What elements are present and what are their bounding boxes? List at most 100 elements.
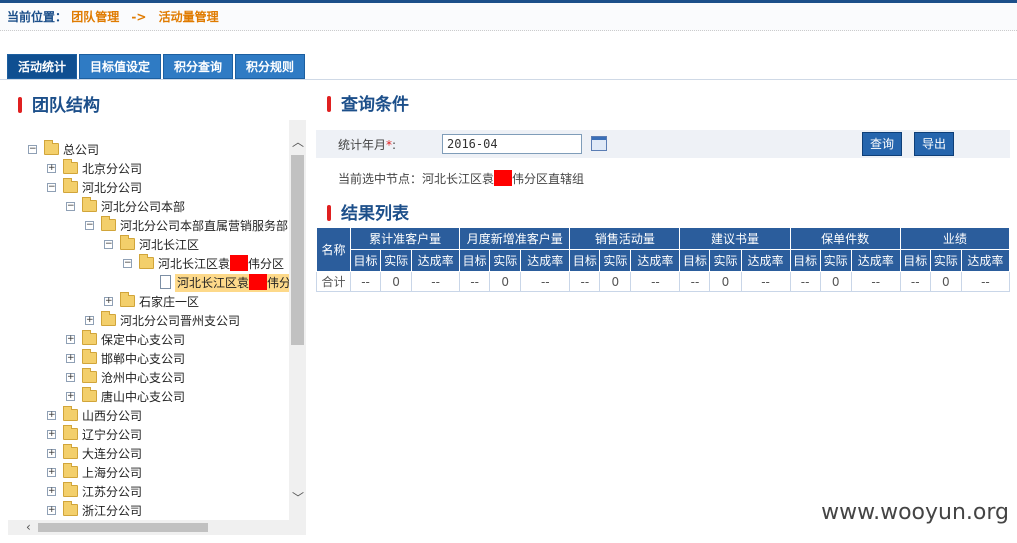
table-cell-name: 合计 (315, 271, 352, 292)
result-list-title: 结果列表 (341, 204, 409, 224)
breadcrumb-team-management[interactable]: 团队管理 (71, 10, 119, 24)
tree-node-label[interactable]: 河北长江区袁 伟分区 (158, 255, 284, 273)
tab-activity-stats[interactable]: 活动统计 (7, 54, 78, 79)
tree-node-label[interactable]: 北京分公司 (82, 160, 142, 178)
tree-node-label[interactable]: 辽宁分公司 (82, 426, 142, 444)
expand-icon[interactable]: + (47, 468, 56, 477)
expand-icon[interactable]: + (66, 392, 75, 401)
table-cell: -- (899, 271, 931, 292)
table-cell: -- (350, 271, 382, 292)
table-cell: 0 (489, 271, 522, 292)
table-subheader-row: 目标 实际 达成率 目标 实际 达成率 目标 实际 达成率 目标 实际 达成率 目标 实际 达成率 目标 实际达… (317, 249, 1011, 272)
table-cell: -- (569, 271, 601, 292)
col-group: 累计准客户量 (350, 227, 461, 250)
breadcrumb-arrow: -> (131, 10, 147, 24)
col-subheader: 实际 (599, 249, 632, 272)
table-cell: 0 (380, 271, 413, 292)
scroll-up-icon[interactable]: ︿ (292, 136, 304, 148)
table-cell: 0 (929, 271, 962, 292)
expand-icon[interactable]: + (47, 164, 56, 173)
expand-icon[interactable]: + (47, 506, 56, 515)
collapse-icon[interactable]: − (28, 145, 37, 154)
stat-month-input[interactable]: 2016-04 (442, 134, 582, 154)
tree-node-label[interactable]: 浙江分公司 (82, 502, 142, 520)
col-subheader: 目标 (350, 249, 382, 272)
calendar-icon[interactable] (591, 136, 607, 151)
folder-icon (63, 482, 78, 497)
col-subheader: 实际 (819, 249, 852, 272)
current-node-text: 当前选中节点：河北长江区袁 伟分区直辖组 (338, 170, 585, 186)
result-list-heading: 结果列表 (327, 203, 409, 225)
col-subheader: 达成率 (740, 249, 791, 272)
breadcrumb: 当前位置： 团队管理 -> 活动量管理 (0, 3, 1017, 31)
expand-icon[interactable]: + (104, 297, 113, 306)
collapse-icon[interactable]: − (85, 221, 94, 230)
result-table: 名称 累计准客户量 月度新增准客户量 销售活动量 建议书量 保单件数 业绩 目标… (315, 227, 1011, 292)
tree-node-label[interactable]: 江苏分公司 (82, 483, 142, 501)
folder-icon (63, 159, 78, 174)
expand-icon[interactable]: + (47, 449, 56, 458)
heading-marker (327, 205, 331, 221)
tree-node-label[interactable]: 邯郸中心支公司 (101, 350, 185, 368)
tree-node-label[interactable]: 沧州中心支公司 (101, 369, 185, 387)
expand-icon[interactable]: + (66, 373, 75, 382)
tree-node-label[interactable]: 总公司 (63, 141, 99, 159)
stat-month-label: 统计年月*: (338, 138, 397, 152)
scroll-down-icon[interactable]: ﹀ (292, 492, 304, 504)
tree-node-label[interactable]: 河北分公司 (82, 179, 142, 197)
export-button[interactable]: 导出 (914, 132, 955, 156)
expand-icon[interactable]: + (47, 411, 56, 420)
expand-icon[interactable]: + (66, 335, 75, 344)
tree-horizontal-scrollbar[interactable]: ‹ (8, 520, 306, 535)
table-cell: -- (411, 271, 461, 292)
folder-icon (120, 235, 135, 250)
tree-node-label[interactable]: 唐山中心支公司 (101, 388, 185, 406)
tree-node-label[interactable]: 河北分公司本部直属营销服务部 (120, 217, 288, 235)
expand-icon[interactable]: + (85, 316, 94, 325)
tree-node-label[interactable]: 保定中心支公司 (101, 331, 185, 349)
heading-marker (327, 96, 331, 112)
collapse-icon[interactable]: − (104, 240, 113, 249)
table-cell: 0 (599, 271, 632, 292)
team-structure-title: 团队结构 (32, 96, 100, 116)
folder-icon (63, 501, 78, 516)
expand-icon[interactable]: + (47, 487, 56, 496)
tab-target-setting[interactable]: 目标值设定 (79, 54, 162, 79)
tab-points-query[interactable]: 积分查询 (163, 54, 234, 79)
folder-icon (82, 387, 97, 402)
scroll-thumb[interactable] (38, 523, 208, 532)
col-group: 销售活动量 (569, 227, 681, 250)
expand-icon[interactable]: + (47, 430, 56, 439)
expand-icon[interactable]: + (66, 354, 75, 363)
col-subheader: 实际 (709, 249, 742, 272)
folder-icon (101, 311, 116, 326)
query-bar: 统计年月*: 2016-04 查询 导出 (316, 130, 1010, 158)
table-cell: 0 (819, 271, 852, 292)
tab-points-rules[interactable]: 积分规则 (235, 54, 306, 79)
tree-node-label[interactable]: 河北分公司本部 (101, 198, 185, 216)
col-group: 建议书量 (679, 227, 791, 250)
tree-vertical-scrollbar[interactable]: ︿ ﹀ (289, 120, 306, 520)
query-conditions-heading: 查询条件 (327, 94, 409, 116)
folder-icon (63, 425, 78, 440)
tree-node-label[interactable]: 河北分公司晋州支公司 (120, 312, 240, 330)
table-cell: -- (459, 271, 491, 292)
tree-node-label[interactable]: 河北长江区 (139, 236, 199, 254)
table-cell: -- (630, 271, 681, 292)
scroll-thumb[interactable] (291, 155, 304, 345)
collapse-icon[interactable]: − (47, 183, 56, 192)
tree-node-label-selected[interactable]: 河北长江区袁 伟分 (175, 274, 289, 292)
tree-node-label[interactable]: 石家庄一区 (139, 293, 199, 311)
col-subheader: 实际 (380, 249, 413, 272)
tree-node-label[interactable]: 大连分公司 (82, 445, 142, 463)
scroll-left-icon[interactable]: ‹ (26, 521, 31, 533)
search-button[interactable]: 查询 (862, 132, 903, 156)
tree-node-label[interactable]: 山西分公司 (82, 407, 142, 425)
col-subheader: 达成率 (411, 249, 461, 272)
tree-node-label[interactable]: 上海分公司 (82, 464, 142, 482)
collapse-icon[interactable]: − (66, 202, 75, 211)
folder-icon (82, 330, 97, 345)
table-cell: 0 (709, 271, 742, 292)
query-conditions-title: 查询条件 (341, 95, 409, 115)
collapse-icon[interactable]: − (123, 259, 132, 268)
